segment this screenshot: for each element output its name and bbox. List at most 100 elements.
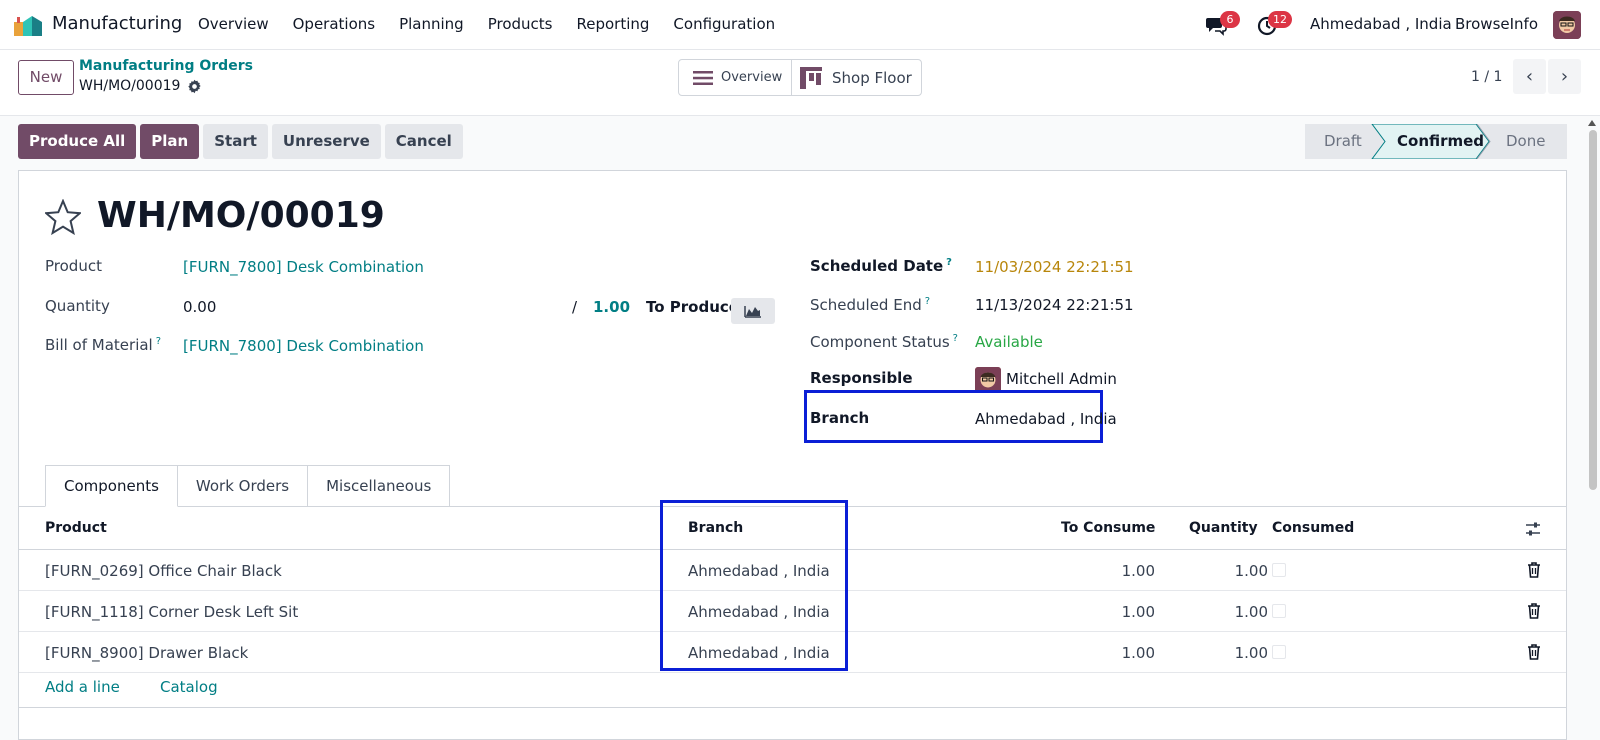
star-icon[interactable] [45,199,81,235]
chevron-right-icon: › [1560,66,1569,87]
user-avatar[interactable] [1553,11,1581,39]
gear-icon[interactable] [187,79,202,94]
area-chart-icon [744,306,761,318]
pager-previous-button[interactable]: ‹ [1513,59,1546,94]
help-icon[interactable]: ? [946,257,952,268]
product-field[interactable]: [FURN_7800] Desk Combination [183,258,424,276]
column-product[interactable]: Product [45,520,107,536]
overview-label: Overview [721,70,783,85]
row-to-consume[interactable]: 1.00 [1122,562,1155,580]
shop-floor-button[interactable]: Shop Floor [792,60,912,95]
cancel-button[interactable]: Cancel [384,124,463,159]
tab-components[interactable]: Components [45,465,178,507]
quantity-to-produce-field[interactable]: 1.00 [593,298,630,316]
row-to-consume[interactable]: 1.00 [1122,603,1155,621]
stage-done[interactable]: Done [1506,124,1545,159]
column-settings-icon[interactable] [1525,521,1541,537]
stage-draft[interactable]: Draft [1324,124,1362,159]
unreserve-button[interactable]: Unreserve [271,124,381,159]
trash-icon[interactable] [1527,562,1541,578]
activities-badge: 12 [1268,11,1292,28]
trash-icon[interactable] [1527,603,1541,619]
new-button[interactable]: New [18,60,74,95]
hamburger-menu-icon [693,70,713,85]
overview-view-button[interactable]: Overview [679,60,792,95]
main-menu: Overview Operations Planning Products Re… [198,15,799,33]
quantity-field[interactable]: 0.00 [183,298,216,316]
responsible-label: Responsible [810,369,913,387]
add-line-link[interactable]: Add a line [45,678,120,696]
help-icon[interactable]: ? [156,336,161,347]
trash-icon[interactable] [1527,644,1541,660]
record-title: WH/MO/00019 [97,195,385,236]
manufacturing-app-icon[interactable] [14,14,42,36]
table-bottom-divider [19,707,1566,708]
help-icon[interactable]: ? [953,333,958,344]
form-sheet: WH/MO/00019 Product [FURN_7800] Desk Com… [18,170,1567,740]
row-product[interactable]: [FURN_8900] Drawer Black [45,644,248,662]
scrollbar-thumb[interactable] [1589,130,1597,490]
pager-value[interactable]: 1 / 1 [1471,69,1502,85]
quantity-separator: / [572,298,578,316]
scheduled-date-field[interactable]: 11/03/2024 22:21:51 [975,258,1134,276]
row-quantity[interactable]: 1.00 [1235,644,1268,662]
row-quantity[interactable]: 1.00 [1235,562,1268,580]
stage-confirmed[interactable]: Confirmed [1397,124,1484,159]
branch-switcher[interactable]: Ahmedabad , India [1310,15,1452,33]
component-status-value: Available [975,333,1043,351]
view-switcher: Overview Shop Floor [678,59,922,96]
row-to-consume[interactable]: 1.00 [1122,644,1155,662]
bom-label: Bill of Material? [45,336,162,354]
scheduled-end-field[interactable]: 11/13/2024 22:21:51 [975,296,1134,314]
column-to-consume[interactable]: To Consume [1061,520,1155,536]
shop-floor-icon [800,66,822,89]
bom-field[interactable]: [FURN_7800] Desk Combination [183,337,424,355]
component-status-label: Component Status? [810,333,958,351]
scheduled-end-label: Scheduled End? [810,296,931,314]
chevron-left-icon: ‹ [1525,66,1534,87]
help-icon[interactable]: ? [925,296,930,307]
scheduled-date-label: Scheduled Date? [810,257,952,275]
tab-work-orders[interactable]: Work Orders [177,465,309,507]
messages-badge: 6 [1220,11,1240,28]
menu-reporting[interactable]: Reporting [577,15,650,33]
responsible-field[interactable]: Mitchell Admin [1006,370,1117,388]
status-bar: Draft Confirmed Done [1305,124,1567,159]
row-consumed-checkbox[interactable] [1272,604,1286,618]
start-button[interactable]: Start [203,124,268,159]
pager-next-button[interactable]: › [1548,59,1581,94]
row-consumed-checkbox[interactable] [1272,645,1286,659]
row-product[interactable]: [FURN_1118] Corner Desk Left Sit [45,603,298,621]
forecast-button[interactable] [731,298,775,324]
row-quantity[interactable]: 1.00 [1235,603,1268,621]
company-switcher[interactable]: BrowseInfo [1455,15,1538,33]
product-label: Product [45,257,102,275]
breadcrumb-manufacturing-orders[interactable]: Manufacturing Orders [79,58,253,74]
row-consumed-checkbox[interactable] [1272,563,1286,577]
action-buttons: Produce All Plan Start Unreserve Cancel [18,124,463,159]
branch-label: Branch [810,409,870,427]
app-name[interactable]: Manufacturing [52,13,182,34]
shop-floor-label: Shop Floor [832,68,912,87]
menu-overview[interactable]: Overview [198,15,269,33]
menu-configuration[interactable]: Configuration [673,15,775,33]
column-consumed[interactable]: Consumed [1272,520,1354,536]
to-produce-label: To Produce [646,298,739,316]
notebook-tabs: Components Work Orders Miscellaneous [45,465,451,507]
column-quantity[interactable]: Quantity [1189,520,1258,536]
menu-planning[interactable]: Planning [399,15,464,33]
catalog-link[interactable]: Catalog [160,678,218,696]
plan-button[interactable]: Plan [140,124,200,159]
tab-miscellaneous[interactable]: Miscellaneous [308,465,451,507]
top-navbar: Manufacturing Overview Operations Planni… [0,0,1600,50]
menu-operations[interactable]: Operations [293,15,375,33]
menu-products[interactable]: Products [488,15,553,33]
user-avatar-icon [1553,11,1581,39]
breadcrumb-current-record: WH/MO/00019 [79,78,181,94]
control-panel: New Manufacturing Orders WH/MO/00019 Ove… [0,50,1600,116]
branch-field[interactable]: Ahmedabad , India [975,410,1117,428]
row-product[interactable]: [FURN_0269] Office Chair Black [45,562,282,580]
quantity-label: Quantity [45,297,110,315]
produce-all-button[interactable]: Produce All [18,124,137,159]
branch-column-highlight-box [660,500,848,671]
